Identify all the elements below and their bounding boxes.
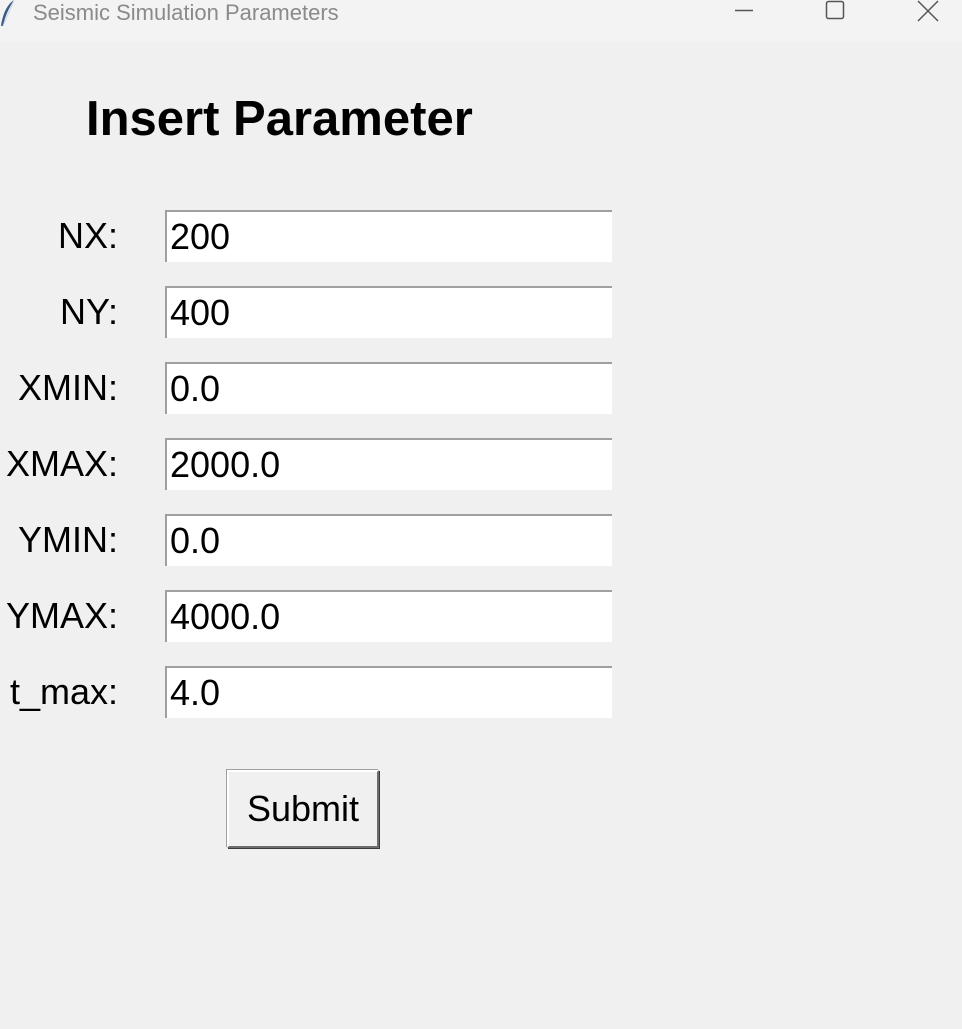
ymin-label: YMIN: — [17, 519, 118, 560]
title-bar[interactable]: Seismic Simulation Parameters — [0, 0, 962, 42]
xmin-input[interactable] — [165, 362, 612, 414]
ymin-input[interactable] — [165, 514, 612, 566]
ny-input[interactable] — [165, 286, 612, 338]
submit-button[interactable]: Submit — [227, 770, 379, 848]
t-max-label: t_max: — [9, 671, 118, 712]
form-heading: Insert Parameter — [86, 92, 473, 146]
xmax-input[interactable] — [165, 438, 612, 490]
xmax-label: XMAX: — [5, 443, 118, 484]
feather-icon — [0, 0, 20, 27]
t-max-input[interactable] — [165, 666, 612, 718]
nx-input[interactable] — [165, 210, 612, 262]
maximize-icon[interactable] — [812, 0, 858, 30]
ny-label: NY: — [59, 291, 118, 332]
close-icon[interactable] — [905, 0, 951, 30]
xmin-label: XMIN: — [17, 367, 118, 408]
window-title: Seismic Simulation Parameters — [33, 0, 339, 25]
ymax-label: YMAX: — [5, 595, 118, 636]
ymax-input[interactable] — [165, 590, 612, 642]
minimize-icon[interactable] — [721, 0, 767, 30]
nx-label: NX: — [57, 215, 118, 256]
app-window: Seismic Simulation Parameters Insert Par… — [0, 0, 962, 1029]
